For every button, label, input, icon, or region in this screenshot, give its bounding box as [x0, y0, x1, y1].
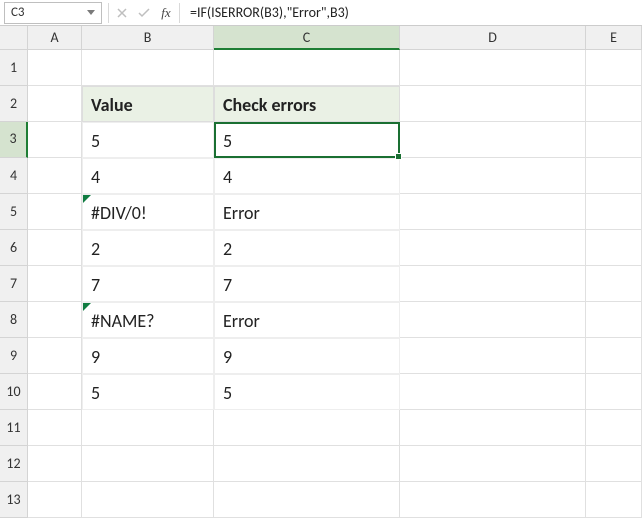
cell-E7[interactable] — [586, 266, 642, 302]
cell-B4[interactable]: 4 — [82, 158, 214, 194]
cell-C4[interactable]: 4 — [214, 158, 400, 194]
cell-B5[interactable]: #DIV/0! — [82, 194, 214, 230]
cell-A2[interactable] — [28, 86, 82, 122]
cell-C5[interactable]: Error — [214, 194, 400, 230]
row-header-10[interactable]: 10 — [0, 374, 28, 410]
cell-C3[interactable]: 5 — [214, 122, 400, 158]
col-header-D[interactable]: D — [400, 26, 586, 50]
col-header-B[interactable]: B — [82, 26, 214, 50]
cell-E11[interactable] — [586, 410, 642, 446]
cell-D12[interactable] — [400, 446, 586, 482]
cell-D10[interactable] — [400, 374, 586, 410]
cell-A4[interactable] — [28, 158, 82, 194]
row-header-4[interactable]: 4 — [0, 158, 28, 194]
cancel-formula-icon[interactable] — [113, 4, 131, 22]
row-header-2[interactable]: 2 — [0, 86, 28, 122]
cell-B7[interactable]: 7 — [82, 266, 214, 302]
divider — [108, 3, 109, 23]
cell-A13[interactable] — [28, 482, 82, 518]
cell-D11[interactable] — [400, 410, 586, 446]
cell-B2[interactable]: Value — [82, 86, 214, 122]
cell-A7[interactable] — [28, 266, 82, 302]
cell-B10[interactable]: 5 — [82, 374, 214, 410]
cell-D1[interactable] — [400, 50, 586, 86]
cell-B8[interactable]: #NAME? — [82, 302, 214, 338]
cell-E2[interactable] — [586, 86, 642, 122]
row-header-12[interactable]: 12 — [0, 446, 28, 482]
name-box-value: C3 — [11, 5, 25, 20]
row-header-9[interactable]: 9 — [0, 338, 28, 374]
row-header-13[interactable]: 13 — [0, 482, 28, 518]
cell-D5[interactable] — [400, 194, 586, 230]
fx-icon[interactable]: fx — [157, 4, 175, 22]
cell-C2[interactable]: Check errors — [214, 86, 400, 122]
cell-B1[interactable] — [82, 50, 214, 86]
cell-D4[interactable] — [400, 158, 586, 194]
cell-E12[interactable] — [586, 446, 642, 482]
name-box[interactable]: C3 — [4, 2, 102, 24]
row-headers: 1 2 3 4 5 6 7 8 9 10 11 12 13 — [0, 50, 28, 518]
cell-D6[interactable] — [400, 230, 586, 266]
cell-B13[interactable] — [82, 482, 214, 518]
select-all-corner[interactable] — [0, 26, 28, 50]
cell-C6[interactable]: 2 — [214, 230, 400, 266]
cell-A1[interactable] — [28, 50, 82, 86]
cell-E4[interactable] — [586, 158, 642, 194]
row-header-6[interactable]: 6 — [0, 230, 28, 266]
chevron-down-icon[interactable] — [87, 10, 95, 15]
cell-E3[interactable] — [586, 122, 642, 158]
col-header-E[interactable]: E — [586, 26, 642, 50]
formula-bar: C3 fx =IF(ISERROR(B3),"Error",B3) — [0, 0, 642, 26]
cell-A11[interactable] — [28, 410, 82, 446]
cell-A3[interactable] — [28, 122, 82, 158]
cell-E6[interactable] — [586, 230, 642, 266]
cell-D9[interactable] — [400, 338, 586, 374]
cell-E5[interactable] — [586, 194, 642, 230]
formula-input[interactable]: =IF(ISERROR(B3),"Error",B3) — [182, 4, 642, 21]
row-header-1[interactable]: 1 — [0, 50, 28, 86]
row-header-5[interactable]: 5 — [0, 194, 28, 230]
cell-B12[interactable] — [82, 446, 214, 482]
row-header-11[interactable]: 11 — [0, 410, 28, 446]
cell-C7[interactable]: 7 — [214, 266, 400, 302]
cell-A8[interactable] — [28, 302, 82, 338]
cell-A5[interactable] — [28, 194, 82, 230]
cell-D2[interactable] — [400, 86, 586, 122]
cell-A10[interactable] — [28, 374, 82, 410]
row-header-3[interactable]: 3 — [0, 122, 28, 158]
cells-area: Value Check errors 5 5 4 4 #DIV/0! Error — [28, 50, 642, 518]
cell-C10[interactable]: 5 — [214, 374, 400, 410]
cell-E10[interactable] — [586, 374, 642, 410]
divider — [179, 3, 180, 23]
cell-E13[interactable] — [586, 482, 642, 518]
cell-C9[interactable]: 9 — [214, 338, 400, 374]
cell-C1[interactable] — [214, 50, 400, 86]
error-indicator-icon — [83, 195, 91, 203]
cell-C11[interactable] — [214, 410, 400, 446]
cell-B11[interactable] — [82, 410, 214, 446]
cell-C8[interactable]: Error — [214, 302, 400, 338]
cell-E8[interactable] — [586, 302, 642, 338]
cell-E9[interactable] — [586, 338, 642, 374]
cell-B9[interactable]: 9 — [82, 338, 214, 374]
accept-formula-icon[interactable] — [135, 4, 153, 22]
cell-D13[interactable] — [400, 482, 586, 518]
error-indicator-icon — [83, 303, 91, 311]
row-header-7[interactable]: 7 — [0, 266, 28, 302]
cell-D8[interactable] — [400, 302, 586, 338]
cell-D3[interactable] — [400, 122, 586, 158]
col-header-C[interactable]: C — [214, 26, 400, 50]
row-header-8[interactable]: 8 — [0, 302, 28, 338]
col-header-A[interactable]: A — [28, 26, 82, 50]
cell-D7[interactable] — [400, 266, 586, 302]
cell-C13[interactable] — [214, 482, 400, 518]
cell-B6[interactable]: 2 — [82, 230, 214, 266]
cell-A9[interactable] — [28, 338, 82, 374]
cell-C12[interactable] — [214, 446, 400, 482]
cell-E1[interactable] — [586, 50, 642, 86]
column-headers: A B C D E — [28, 26, 642, 50]
cell-A12[interactable] — [28, 446, 82, 482]
cell-B3[interactable]: 5 — [82, 122, 214, 158]
cell-A6[interactable] — [28, 230, 82, 266]
